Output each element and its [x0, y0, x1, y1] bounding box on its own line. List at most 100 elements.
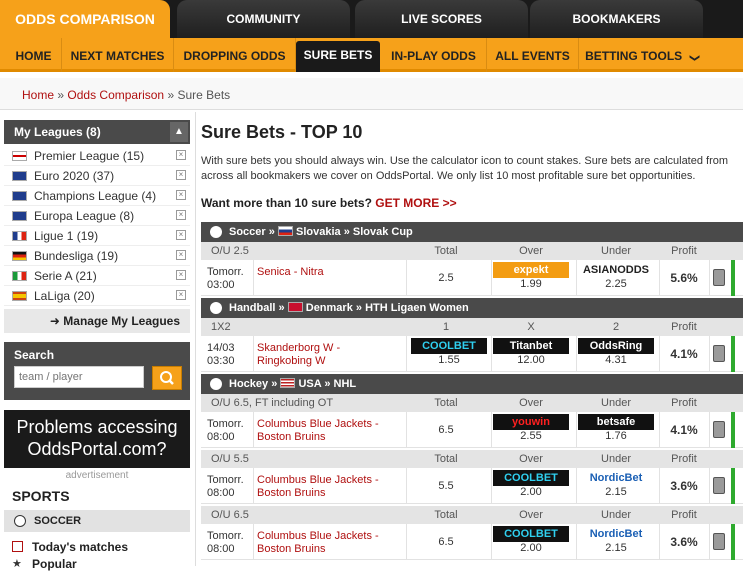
nav-sure-bets[interactable]: SURE BETS — [296, 41, 380, 72]
league-label: Bundesliga — [34, 249, 94, 263]
sidebar-league-item[interactable]: LaLiga (20) × — [4, 286, 190, 306]
match-hour: 08:00 — [207, 431, 235, 443]
calculator-icon[interactable] — [713, 345, 725, 362]
bookmaker-logo[interactable]: Titanbet — [493, 338, 569, 354]
calculator-icon[interactable] — [713, 269, 725, 286]
bookmaker-logo[interactable]: betsafe — [578, 414, 654, 430]
bookmaker-logo[interactable]: COOLBET — [493, 470, 569, 486]
search-input[interactable] — [14, 366, 144, 388]
match-link[interactable]: Skanderborg W - Ringkobing W — [257, 342, 397, 368]
calculator-icon[interactable] — [713, 477, 725, 494]
remove-league-icon[interactable]: × — [176, 230, 186, 240]
market-header: 1X2 1 X 2 Profit — [201, 318, 743, 336]
profit-indicator — [731, 336, 735, 372]
ad-label: advertisement — [65, 470, 129, 481]
match-link[interactable]: Columbus Blue Jackets - Boston Bruins — [257, 530, 397, 556]
nav-next-matches[interactable]: NEXT MATCHES — [62, 38, 174, 72]
bookmaker-logo[interactable]: NordicBet — [578, 526, 654, 542]
tab-community[interactable]: COMMUNITY — [177, 0, 350, 38]
sport-soccer[interactable]: SOCCER — [4, 510, 190, 532]
top-tab-bar: ODDS COMPARISON COMMUNITY LIVE SCORES BO… — [0, 0, 743, 38]
group-country: USA — [298, 378, 322, 390]
ad-line-2: OddsPortal.com? — [27, 439, 167, 459]
remove-league-icon[interactable]: × — [176, 290, 186, 300]
popular-label: Popular — [32, 557, 77, 571]
odd-cell-1[interactable]: COOLBET 1.55 — [411, 338, 487, 366]
calculator-icon[interactable] — [713, 533, 725, 550]
remove-league-icon[interactable]: × — [176, 270, 186, 280]
match-link[interactable]: Senica - Nitra — [257, 266, 397, 279]
breadcrumb-home[interactable]: Home — [22, 88, 54, 102]
col-under: Under — [601, 245, 631, 257]
flag-icon — [280, 378, 296, 388]
col-over: Over — [519, 509, 543, 521]
tab-live-scores[interactable]: LIVE SCORES — [355, 0, 528, 38]
nav-in-play-odds[interactable]: IN-PLAY ODDS — [381, 38, 487, 72]
odd-cell-over[interactable]: Titanbet 12.00 — [493, 338, 569, 366]
league-label: Champions League — [34, 189, 139, 203]
match-link[interactable]: Columbus Blue Jackets - Boston Bruins — [257, 418, 397, 444]
remove-league-icon[interactable]: × — [176, 250, 186, 260]
sidebar-league-item[interactable]: Champions League (4) × — [4, 186, 190, 206]
group-league: HTH Ligaen Women — [365, 302, 469, 314]
sidebar-league-item[interactable]: Premier League (15) × — [4, 146, 190, 166]
main-nav: HOME NEXT MATCHES DROPPING ODDS SURE BET… — [0, 38, 743, 72]
table-row: Tomorr. 03:00 Senica - Nitra 2.5 expekt 1.99 A… — [201, 260, 743, 296]
nav-all-events[interactable]: ALL EVENTS — [487, 38, 579, 72]
odd-cell-over[interactable]: COOLBET 2.00 — [493, 526, 569, 554]
todays-matches-link[interactable]: Today's matches — [12, 540, 128, 554]
search-panel: Search — [4, 342, 190, 400]
breadcrumb-odds-comparison[interactable]: Odds Comparison — [67, 88, 164, 102]
profit-indicator — [731, 524, 735, 560]
bet-group-header[interactable]: Soccer » Slovakia » Slovak Cup — [201, 222, 743, 242]
search-label: Search — [14, 348, 55, 362]
ad-banner[interactable]: Problems accessing OddsPortal.com? — [4, 410, 190, 468]
odd-cell-under[interactable]: ASIANODDS 2.25 — [578, 262, 654, 290]
bookmaker-logo[interactable]: ASIANODDS — [578, 262, 654, 278]
market-header: O/U 2.5 Total Over Under Profit — [201, 242, 743, 260]
nav-home[interactable]: HOME — [6, 38, 62, 72]
sidebar-league-item[interactable]: Euro 2020 (37) × — [4, 166, 190, 186]
calculator-icon[interactable] — [713, 421, 725, 438]
remove-league-icon[interactable]: × — [176, 150, 186, 160]
search-button[interactable] — [152, 366, 182, 390]
tab-odds-comparison[interactable]: ODDS COMPARISON — [0, 0, 170, 38]
col-over: Over — [519, 245, 543, 257]
sidebar-league-item[interactable]: Europa League (8) × — [4, 206, 190, 226]
bookmaker-logo[interactable]: OddsRing — [578, 338, 654, 354]
bet-group-header[interactable]: Handball » Denmark » HTH Ligaen Women — [201, 298, 743, 318]
sidebar-league-item[interactable]: Serie A (21) × — [4, 266, 190, 286]
odd-cell-over[interactable]: expekt 1.99 — [493, 262, 569, 290]
match-link[interactable]: Columbus Blue Jackets - Boston Bruins — [257, 474, 397, 500]
get-more-link[interactable]: GET MORE >> — [375, 196, 456, 210]
remove-league-icon[interactable]: × — [176, 210, 186, 220]
bookmaker-logo[interactable]: COOLBET — [411, 338, 487, 354]
odd-cell-under[interactable]: NordicBet 2.15 — [578, 470, 654, 498]
remove-league-icon[interactable]: × — [176, 190, 186, 200]
odd-cell-under[interactable]: NordicBet 2.15 — [578, 526, 654, 554]
bookmaker-logo[interactable]: NordicBet — [578, 470, 654, 486]
bookmaker-logo[interactable]: youwin — [493, 414, 569, 430]
nav-betting-tools[interactable]: BETTING TOOLS ❯ — [579, 38, 704, 72]
sidebar-league-item[interactable]: Bundesliga (19) × — [4, 246, 190, 266]
league-count: (19) — [76, 229, 99, 243]
manage-leagues-link[interactable]: ➜ Manage My Leagues — [4, 309, 190, 333]
nav-dropping-odds[interactable]: DROPPING ODDS — [174, 38, 296, 72]
sport-icon — [210, 302, 222, 314]
odd-cell-under[interactable]: OddsRing 4.31 — [578, 338, 654, 366]
profit-indicator — [731, 468, 735, 504]
bet-group-header[interactable]: Hockey » USA » NHL — [201, 374, 743, 394]
main-content: Sure Bets - TOP 10 With sure bets you sh… — [201, 112, 743, 566]
intro-text: With sure bets you should always win. Us… — [201, 155, 729, 182]
bookmaker-logo[interactable]: COOLBET — [493, 526, 569, 542]
odd-cell-over[interactable]: youwin 2.55 — [493, 414, 569, 442]
collapse-button[interactable]: ▲ — [170, 122, 188, 142]
remove-league-icon[interactable]: × — [176, 170, 186, 180]
odd-cell-under[interactable]: betsafe 1.76 — [578, 414, 654, 442]
odd-cell-over[interactable]: COOLBET 2.00 — [493, 470, 569, 498]
tab-bookmakers[interactable]: BOOKMAKERS — [530, 0, 703, 38]
popular-link[interactable]: ★ Popular — [12, 557, 77, 571]
sidebar-league-item[interactable]: Ligue 1 (19) × — [4, 226, 190, 246]
bookmaker-logo[interactable]: expekt — [493, 262, 569, 278]
col-profit: Profit — [671, 509, 697, 521]
